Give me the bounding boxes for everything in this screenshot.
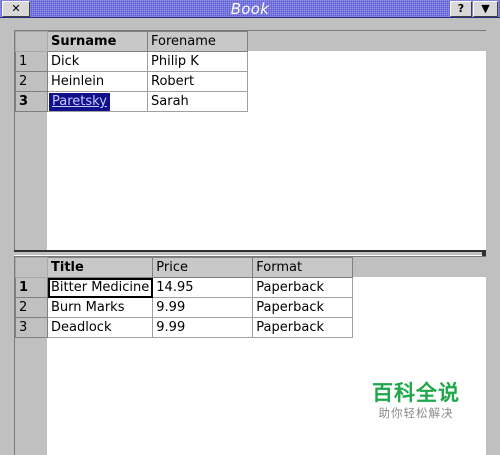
books-grid: Title Price Format 1 Bitter Medicine 14.…: [15, 257, 354, 338]
column-header-price[interactable]: Price: [152, 257, 254, 278]
format-cell[interactable]: Paperback: [252, 317, 354, 338]
row-header-selected[interactable]: 3: [15, 91, 48, 112]
row-header[interactable]: 1: [15, 51, 48, 72]
grid-corner[interactable]: [15, 31, 48, 52]
authors-grid-pane[interactable]: Surname Forename 1 Dick Philip K 2 Heinl…: [14, 30, 486, 250]
forename-cell[interactable]: Robert: [147, 71, 248, 92]
selected-text: Paretsky: [49, 93, 110, 111]
price-cell[interactable]: 14.95: [152, 277, 254, 298]
grid-corner[interactable]: [15, 257, 48, 278]
column-header-forename[interactable]: Forename: [147, 31, 248, 52]
title-cell-focused[interactable]: Bitter Medicine: [46, 277, 154, 298]
table-row[interactable]: 3 Deadlock 9.99 Paperback: [15, 317, 354, 338]
title-cell[interactable]: Deadlock: [46, 317, 154, 338]
chevron-down-icon: ▼: [481, 2, 490, 15]
row-header[interactable]: 3: [15, 317, 48, 338]
watermark-main-text: 百科全说: [372, 381, 460, 405]
format-cell[interactable]: Paperback: [252, 297, 354, 318]
column-header-title[interactable]: Title: [46, 257, 154, 278]
surname-cell-selected[interactable]: Paretsky: [47, 91, 148, 112]
table-row-selected[interactable]: 3 Paretsky Sarah: [15, 91, 248, 112]
header-row: Surname Forename: [15, 31, 248, 52]
table-row-current[interactable]: 1 Bitter Medicine 14.95 Paperback: [15, 277, 354, 298]
help-icon: ?: [457, 2, 465, 15]
close-icon: ✕: [11, 2, 21, 15]
table-row[interactable]: 1 Dick Philip K: [15, 51, 248, 72]
forename-cell[interactable]: Philip K: [147, 51, 248, 72]
table-row[interactable]: 2 Heinlein Robert: [15, 71, 248, 92]
watermark-sub-text: 助你轻松解决: [378, 406, 454, 420]
title-bar[interactable]: ✕ Book ? ▼: [0, 0, 500, 18]
column-header-format[interactable]: Format: [252, 257, 354, 278]
books-grid-pane[interactable]: Title Price Format 1 Bitter Medicine 14.…: [14, 256, 486, 455]
row-header[interactable]: 2: [15, 71, 48, 92]
header-row: Title Price Format: [15, 257, 354, 278]
surname-cell[interactable]: Dick: [47, 51, 148, 72]
surname-cell[interactable]: Heinlein: [47, 71, 148, 92]
authors-grid: Surname Forename 1 Dick Philip K 2 Heinl…: [15, 31, 248, 112]
row-header-current[interactable]: 1: [15, 277, 48, 298]
close-window-button[interactable]: ✕: [2, 1, 30, 17]
price-cell[interactable]: 9.99: [152, 297, 254, 318]
help-button[interactable]: ?: [450, 1, 472, 17]
table-row[interactable]: 2 Burn Marks 9.99 Paperback: [15, 297, 354, 318]
forename-cell[interactable]: Sarah: [147, 91, 248, 112]
column-header-surname[interactable]: Surname: [47, 31, 148, 52]
price-cell[interactable]: 9.99: [152, 317, 254, 338]
window-menu-button[interactable]: ▼: [473, 1, 498, 17]
row-header[interactable]: 2: [15, 297, 48, 318]
title-cell[interactable]: Burn Marks: [46, 297, 154, 318]
window-title: Book: [230, 0, 270, 18]
watermark: 百科全说 助你轻松解决: [366, 381, 466, 421]
format-cell[interactable]: Paperback: [252, 277, 354, 298]
